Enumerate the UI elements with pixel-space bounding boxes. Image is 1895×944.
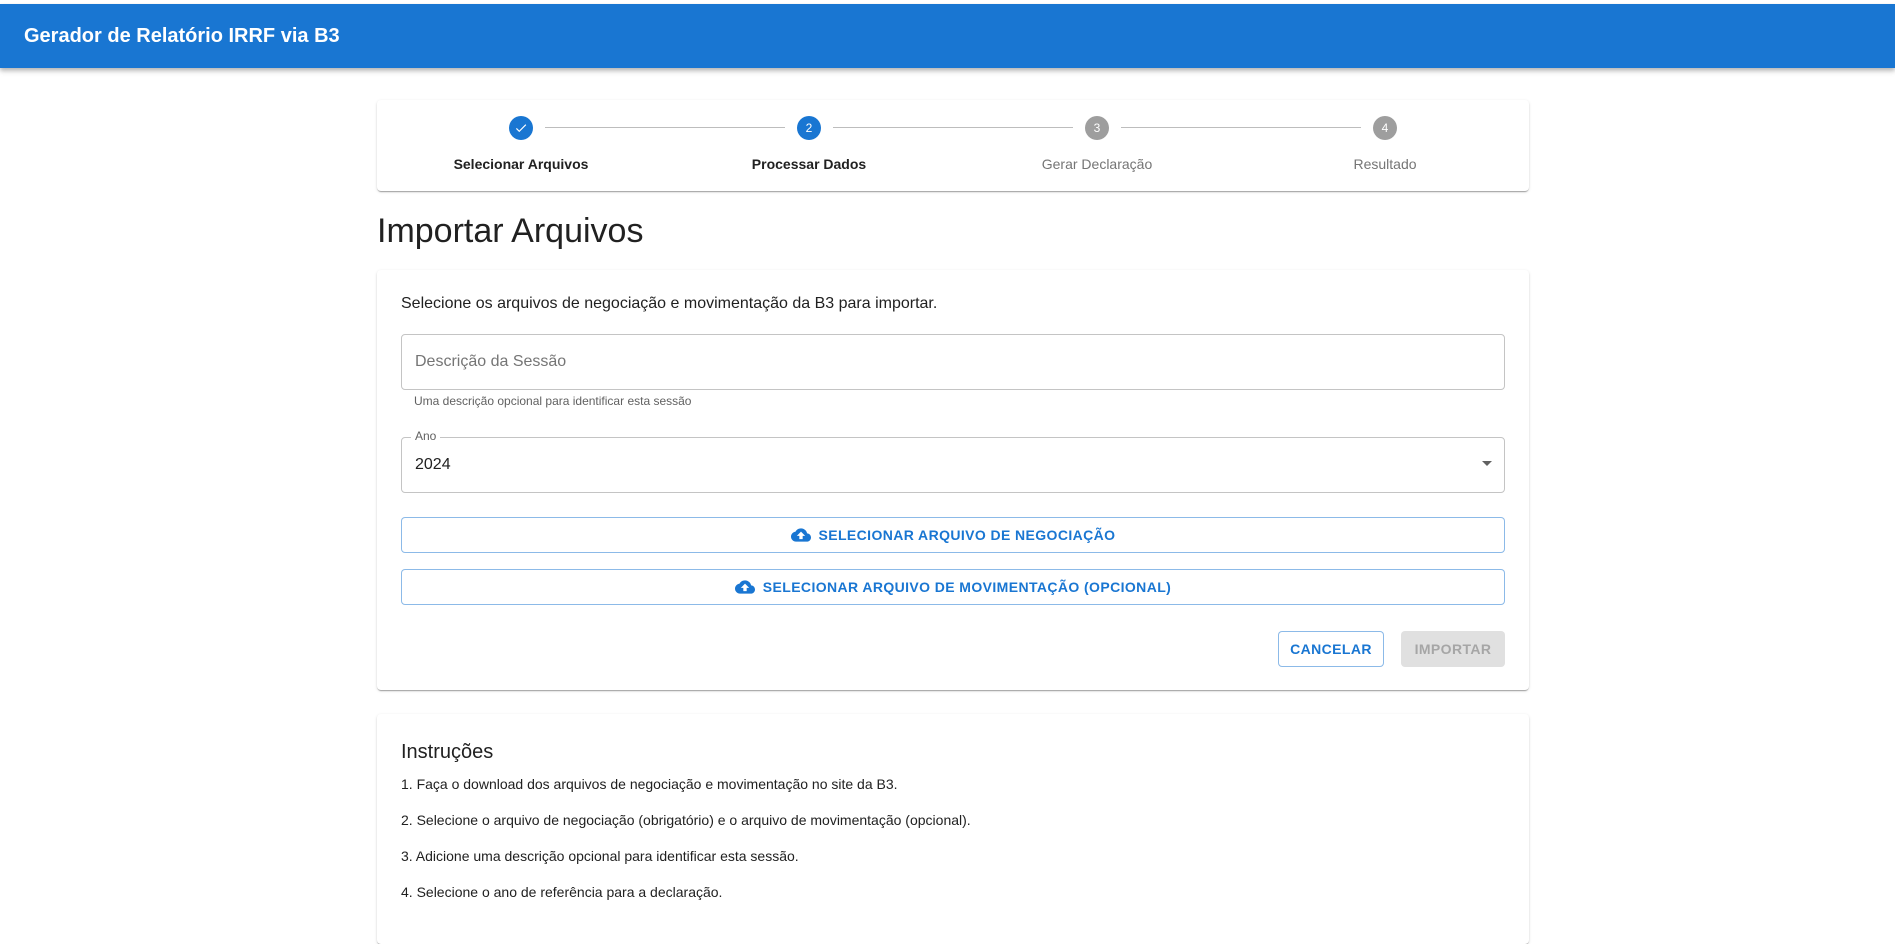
step-result[interactable]: 4 Resultado <box>1241 100 1529 191</box>
instructions-title: Instruções <box>401 741 494 763</box>
check-icon <box>515 124 527 133</box>
session-description-helper: Uma descrição opcional para identificar … <box>414 394 692 408</box>
step-select-files[interactable]: Selecionar Arquivos <box>377 100 665 191</box>
page-title: Importar Arquivos <box>377 212 644 250</box>
instruction-item: 2. Selecione o arquivo de negociação (ob… <box>401 812 971 828</box>
session-description-field[interactable] <box>401 334 1505 390</box>
select-movement-file-label: SELECIONAR ARQUIVO DE MOVIMENTAÇÃO (OPCI… <box>762 579 1172 595</box>
cloud-upload-icon <box>734 580 755 594</box>
cloud-upload-icon <box>790 528 811 542</box>
session-description-input[interactable] <box>402 335 1504 389</box>
year-select-value: 2024 <box>415 456 451 473</box>
select-negotiation-file-button[interactable]: SELECIONAR ARQUIVO DE NEGOCIAÇÃO <box>401 517 1505 553</box>
step-number: 2 <box>797 116 821 140</box>
import-button[interactable]: IMPORTAR <box>1401 631 1505 667</box>
app-title: Gerador de Relatório IRRF via B3 <box>24 24 340 47</box>
select-movement-file-button[interactable]: SELECIONAR ARQUIVO DE MOVIMENTAÇÃO (OPCI… <box>401 569 1505 605</box>
select-negotiation-file-label: SELECIONAR ARQUIVO DE NEGOCIAÇÃO <box>818 527 1116 543</box>
form-intro-text: Selecione os arquivos de negociação e mo… <box>401 295 938 312</box>
year-select-label: Ano <box>411 429 441 443</box>
step-completed-circle <box>509 116 533 140</box>
step-label: Gerar Declaração <box>1041 156 1153 172</box>
step-number: 3 <box>1085 116 1109 140</box>
step-number: 4 <box>1373 116 1397 140</box>
arrow-drop-down-icon <box>1482 461 1492 466</box>
step-label: Selecionar Arquivos <box>453 156 589 172</box>
step-generate-declaration[interactable]: 3 Gerar Declaração <box>953 100 1241 191</box>
stepper: Selecionar Arquivos 2 Processar Dados 3 … <box>377 100 1529 191</box>
step-process-data[interactable]: 2 Processar Dados <box>665 100 953 191</box>
step-label: Processar Dados <box>751 156 867 172</box>
instruction-item: 1. Faça o download dos arquivos de negoc… <box>401 776 898 792</box>
cancel-button[interactable]: CANCELAR <box>1278 631 1384 667</box>
app-bar: Gerador de Relatório IRRF via B3 <box>0 4 1895 68</box>
year-select[interactable]: Ano 2024 <box>401 429 1505 493</box>
instruction-item: 3. Adicione uma descrição opcional para … <box>401 848 799 864</box>
instruction-item: 4. Selecione o ano de referência para a … <box>401 884 723 900</box>
import-form-card: Selecione os arquivos de negociação e mo… <box>377 270 1529 690</box>
step-label: Resultado <box>1353 156 1417 172</box>
